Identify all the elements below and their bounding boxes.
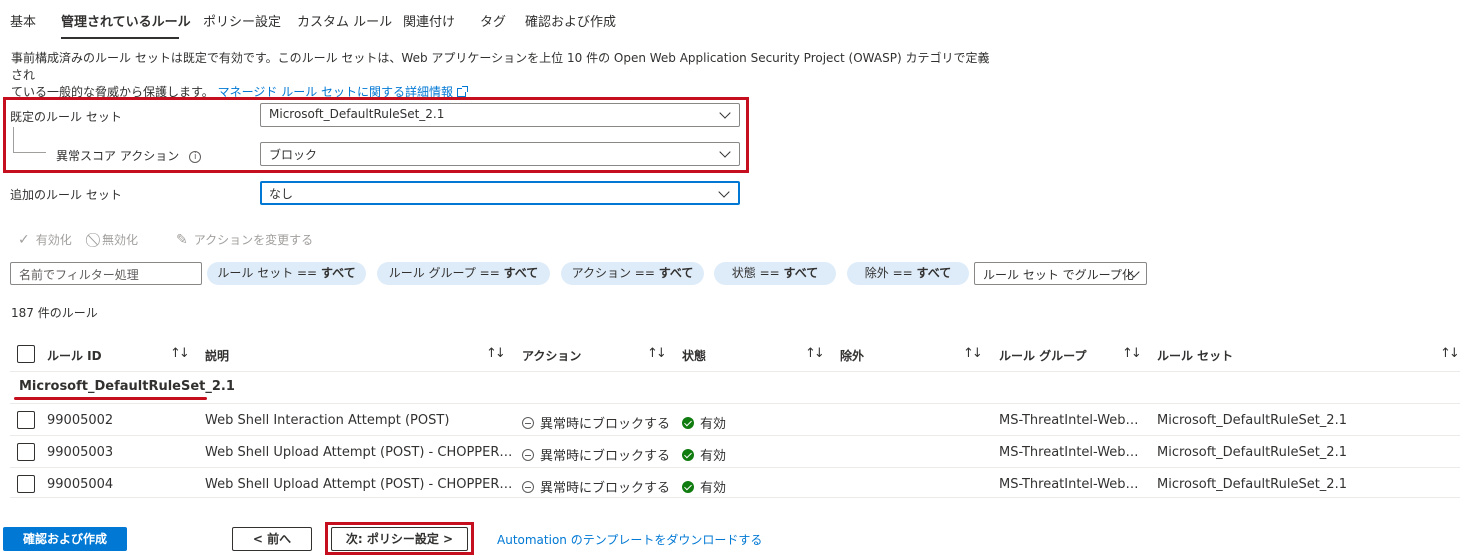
row-checkbox[interactable]: [17, 411, 35, 429]
rule-id-cell: 99005002: [47, 413, 114, 428]
tab-custom-rules[interactable]: カスタム ルール: [297, 11, 392, 30]
column-header-description[interactable]: 説明: [205, 347, 229, 364]
default-ruleset-value: Microsoft_DefaultRuleSet_2.1: [269, 107, 445, 121]
chevron-down-icon: [719, 107, 731, 119]
filter-by-name-input[interactable]: 名前でフィルター処理: [10, 262, 202, 285]
disable-button[interactable]: ⃠無効化: [96, 231, 138, 248]
action-cell: 異常時にブロックする: [522, 413, 670, 432]
sort-icon[interactable]: ↑↓: [963, 346, 983, 361]
rule-group-cell: MS-ThreatIntel-Web…: [999, 477, 1139, 492]
group-highlight-underline: [14, 397, 207, 400]
description-cell: Web Shell Interaction Attempt (POST): [205, 413, 450, 428]
sort-icon[interactable]: ↑↓: [1122, 346, 1142, 361]
tab-managed-rules[interactable]: 管理されているルール: [61, 11, 191, 30]
tree-connector-horizontal: [13, 152, 46, 153]
enable-button[interactable]: ✓ 有効化: [18, 231, 72, 248]
rule-id-cell: 99005003: [47, 445, 114, 460]
minus-circle-icon: [522, 417, 534, 429]
filter-pill-action[interactable]: アクション == すべて: [561, 262, 704, 285]
action-cell: 異常時にブロックする: [522, 477, 670, 496]
checkmark-icon: ✓: [18, 232, 30, 248]
column-header-rule-group[interactable]: ルール グループ: [999, 347, 1086, 364]
row-checkbox[interactable]: [17, 475, 35, 493]
ruleset-cell: Microsoft_DefaultRuleSet_2.1: [1157, 413, 1347, 428]
tree-connector-vertical: [13, 127, 14, 153]
minus-circle-icon: [522, 449, 534, 461]
row-divider: [10, 467, 1460, 468]
column-header-state[interactable]: 状態: [682, 347, 706, 364]
default-ruleset-dropdown[interactable]: Microsoft_DefaultRuleSet_2.1: [260, 103, 740, 127]
external-link-icon: [457, 86, 469, 97]
chevron-down-icon: [718, 186, 730, 198]
sort-icon[interactable]: ↑↓: [1440, 346, 1460, 361]
check-circle-icon: [682, 417, 694, 429]
rule-count: 187 件のルール: [11, 306, 98, 320]
filter-pill-state[interactable]: 状態 == すべて: [714, 262, 836, 285]
column-header-exclusion[interactable]: 除外: [840, 347, 864, 364]
row-divider: [10, 403, 1460, 404]
chevron-down-icon: [719, 146, 731, 158]
row-divider: [10, 497, 1460, 498]
sort-icon[interactable]: ↑↓: [805, 346, 825, 361]
description-cell: Web Shell Upload Attempt (POST) - CHOPPE…: [205, 477, 513, 492]
info-icon[interactable]: i: [189, 150, 202, 163]
sort-icon[interactable]: ↑↓: [647, 346, 667, 361]
description-line-1: 事前構成済みのルール セットは既定で有効です。このルール セットは、Web アプ…: [11, 51, 990, 82]
group-header-ruleset[interactable]: Microsoft_DefaultRuleSet_2.1: [19, 379, 235, 394]
column-header-action[interactable]: アクション: [522, 347, 581, 364]
download-template-link[interactable]: Automation のテンプレートをダウンロードする: [497, 531, 762, 548]
header-divider: [10, 371, 1460, 372]
additional-ruleset-value: なし: [269, 187, 294, 201]
row-checkbox[interactable]: [17, 443, 35, 461]
tab-policy-settings[interactable]: ポリシー設定: [203, 11, 281, 30]
default-ruleset-label: 既定のルール セット: [10, 110, 122, 124]
anomaly-action-dropdown[interactable]: ブロック: [260, 142, 740, 166]
additional-ruleset-label: 追加のルール セット: [10, 188, 122, 202]
rule-id-cell: 99005004: [47, 477, 114, 492]
state-cell: 有効: [682, 445, 726, 464]
group-by-dropdown[interactable]: ルール セット でグループ化: [974, 262, 1147, 285]
rule-group-cell: MS-ThreatIntel-Web…: [999, 445, 1139, 460]
description-cell: Web Shell Upload Attempt (POST) - CHOPPE…: [205, 445, 513, 460]
review-create-button[interactable]: 確認および作成: [3, 527, 127, 551]
tab-tags[interactable]: タグ: [480, 11, 506, 30]
sort-icon[interactable]: ↑↓: [486, 346, 506, 361]
tab-review-create[interactable]: 確認および作成: [525, 11, 616, 30]
description-text: 事前構成済みのルール セットは既定で有効です。このルール セットは、Web アプ…: [11, 50, 991, 101]
minus-circle-icon: [522, 481, 534, 493]
additional-ruleset-dropdown[interactable]: なし: [260, 181, 740, 205]
action-cell: 異常時にブロックする: [522, 445, 670, 464]
ruleset-cell: Microsoft_DefaultRuleSet_2.1: [1157, 445, 1347, 460]
state-cell: 有効: [682, 477, 726, 496]
active-tab-indicator: [61, 37, 179, 39]
check-circle-icon: [682, 481, 694, 493]
change-action-button[interactable]: ✎ アクションを変更する: [176, 231, 313, 248]
check-circle-icon: [682, 449, 694, 461]
filter-pill-rule-group[interactable]: ルール グループ == すべて: [377, 262, 550, 285]
select-all-checkbox[interactable]: [17, 345, 35, 363]
anomaly-action-value: ブロック: [269, 148, 318, 162]
next-policy-settings-button[interactable]: 次: ポリシー設定 >: [331, 527, 468, 551]
state-cell: 有効: [682, 413, 726, 432]
filter-pill-exclusion[interactable]: 除外 == すべて: [847, 262, 969, 285]
sort-icon[interactable]: ↑↓: [170, 346, 190, 361]
anomaly-action-label: 異常スコア アクション i: [56, 147, 202, 164]
ruleset-cell: Microsoft_DefaultRuleSet_2.1: [1157, 477, 1347, 492]
previous-button[interactable]: < 前へ: [232, 527, 312, 551]
column-header-rule-id[interactable]: ルール ID: [47, 347, 102, 364]
edit-icon: ✎: [176, 232, 188, 248]
filter-pill-ruleset[interactable]: ルール セット == すべて: [207, 262, 366, 285]
column-header-ruleset[interactable]: ルール セット: [1157, 347, 1233, 364]
rule-group-cell: MS-ThreatIntel-Web…: [999, 413, 1139, 428]
tab-associations[interactable]: 関連付け: [403, 11, 455, 30]
tab-basics[interactable]: 基本: [10, 11, 36, 30]
row-divider: [10, 435, 1460, 436]
